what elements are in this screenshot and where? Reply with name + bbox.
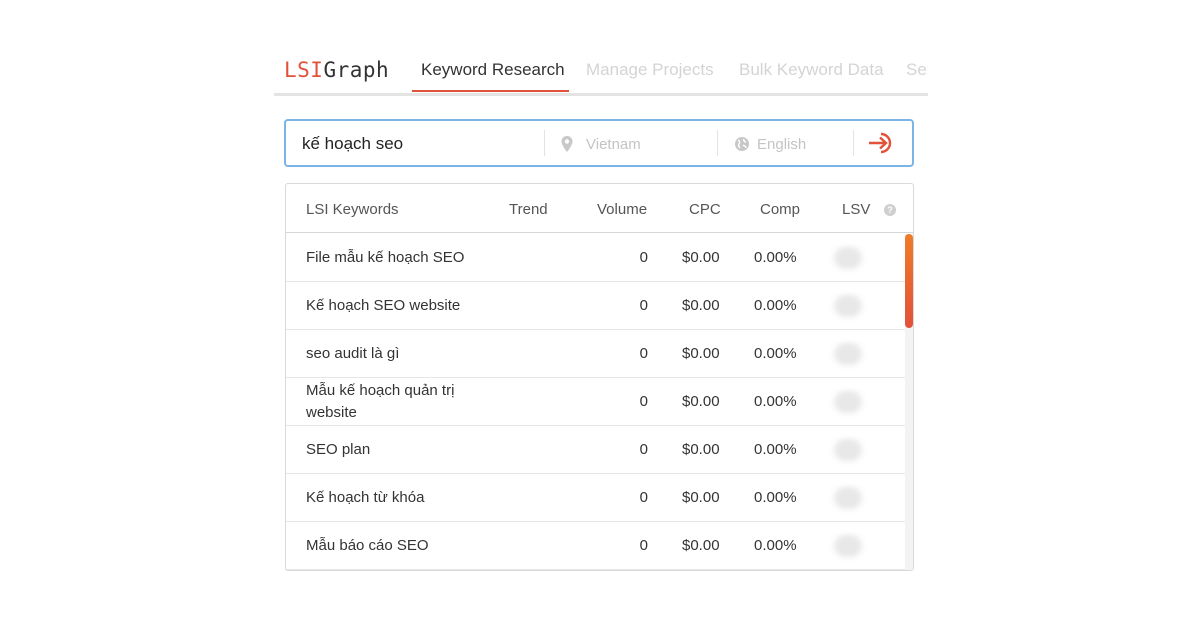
lsv-blurred-cell (834, 487, 862, 509)
col-header-lsv[interactable]: LSV (842, 201, 870, 218)
keyword-search-bar: kế hoạch seo Vietnam English (284, 119, 914, 167)
lsigraph-logo[interactable]: LSIGraph (284, 58, 389, 82)
volume-cell: 0 (639, 297, 648, 314)
tab-bulk-keyword-data[interactable]: Bulk Keyword Data (739, 60, 884, 80)
table-row[interactable]: Mẫu báo cáo SEO 0 $0.00 0.00% (286, 522, 905, 570)
active-tab-underline (412, 90, 569, 92)
cpc-cell: $0.00 (682, 489, 720, 506)
divider (544, 130, 545, 156)
search-submit-icon[interactable] (867, 130, 897, 156)
cpc-cell: $0.00 (682, 345, 720, 362)
lsv-blurred-cell (834, 295, 862, 317)
top-nav: LSIGraph Keyword Research Manage Project… (274, 52, 928, 96)
comp-cell: 0.00% (754, 489, 797, 506)
comp-cell: 0.00% (754, 393, 797, 410)
logo-lsi: LSI (284, 58, 324, 82)
keyword-input[interactable]: kế hoạch seo (302, 134, 403, 154)
lsv-blurred-cell (834, 391, 862, 413)
volume-cell: 0 (639, 441, 648, 458)
table-row[interactable]: Kế hoạch SEO website 0 $0.00 0.00% (286, 282, 905, 330)
table-header: LSI Keywords Trend Volume CPC Comp LSV ? (286, 184, 913, 233)
lsv-blurred-cell (834, 247, 862, 269)
location-select[interactable]: Vietnam (586, 136, 641, 153)
col-header-comp[interactable]: Comp (760, 201, 800, 218)
volume-cell: 0 (639, 249, 648, 266)
lsi-keywords-table: LSI Keywords Trend Volume CPC Comp LSV ?… (285, 183, 914, 571)
lsv-blurred-cell (834, 343, 862, 365)
keyword-cell: File mẫu kế hoạch SEO (306, 248, 465, 266)
keyword-cell: Kế hoạch từ khóa (306, 488, 425, 506)
cpc-cell: $0.00 (682, 441, 720, 458)
col-header-trend[interactable]: Trend (509, 201, 548, 218)
cpc-cell: $0.00 (682, 249, 720, 266)
tab-manage-projects[interactable]: Manage Projects (586, 60, 714, 80)
volume-cell: 0 (639, 489, 648, 506)
comp-cell: 0.00% (754, 345, 797, 362)
col-header-volume[interactable]: Volume (597, 201, 647, 218)
help-icon[interactable]: ? (884, 204, 896, 216)
tab-truncated[interactable]: Ser (906, 60, 928, 80)
table-row[interactable]: Kế hoạch từ khóa 0 $0.00 0.00% (286, 474, 905, 522)
comp-cell: 0.00% (754, 249, 797, 266)
cpc-cell: $0.00 (682, 393, 720, 410)
keyword-cell: Mẫu báo cáo SEO (306, 536, 429, 554)
keyword-cell: seo audit là gì (306, 344, 400, 362)
col-header-cpc[interactable]: CPC (689, 201, 721, 218)
globe-icon (735, 137, 749, 151)
cpc-cell: $0.00 (682, 297, 720, 314)
keyword-cell: Mẫu kế hoạch quản trị website (306, 381, 455, 421)
comp-cell: 0.00% (754, 297, 797, 314)
volume-cell: 0 (639, 345, 648, 362)
logo-graph: Graph (323, 58, 390, 82)
col-header-lsi-keywords[interactable]: LSI Keywords (306, 201, 399, 218)
comp-cell: 0.00% (754, 537, 797, 554)
table-body: File mẫu kế hoạch SEO 0 $0.00 0.00% Kế h… (286, 234, 905, 570)
volume-cell: 0 (639, 537, 648, 554)
keyword-cell: Kế hoạch SEO website (306, 296, 461, 314)
map-pin-icon (561, 136, 573, 152)
scrollbar-thumb[interactable] (905, 234, 913, 328)
volume-cell: 0 (639, 393, 648, 410)
language-select[interactable]: English (757, 136, 806, 153)
table-row[interactable]: seo audit là gì 0 $0.00 0.00% (286, 330, 905, 378)
table-row[interactable]: SEO plan 0 $0.00 0.00% (286, 426, 905, 474)
comp-cell: 0.00% (754, 441, 797, 458)
divider (853, 130, 854, 156)
tab-keyword-research[interactable]: Keyword Research (421, 60, 565, 80)
keyword-cell: SEO plan (306, 440, 371, 458)
cpc-cell: $0.00 (682, 537, 720, 554)
lsv-blurred-cell (834, 439, 862, 461)
table-row[interactable]: File mẫu kế hoạch SEO 0 $0.00 0.00% (286, 234, 905, 282)
table-row[interactable]: Mẫu kế hoạch quản trị website 0 $0.00 0.… (286, 378, 905, 426)
divider (717, 130, 718, 156)
lsv-blurred-cell (834, 535, 862, 557)
